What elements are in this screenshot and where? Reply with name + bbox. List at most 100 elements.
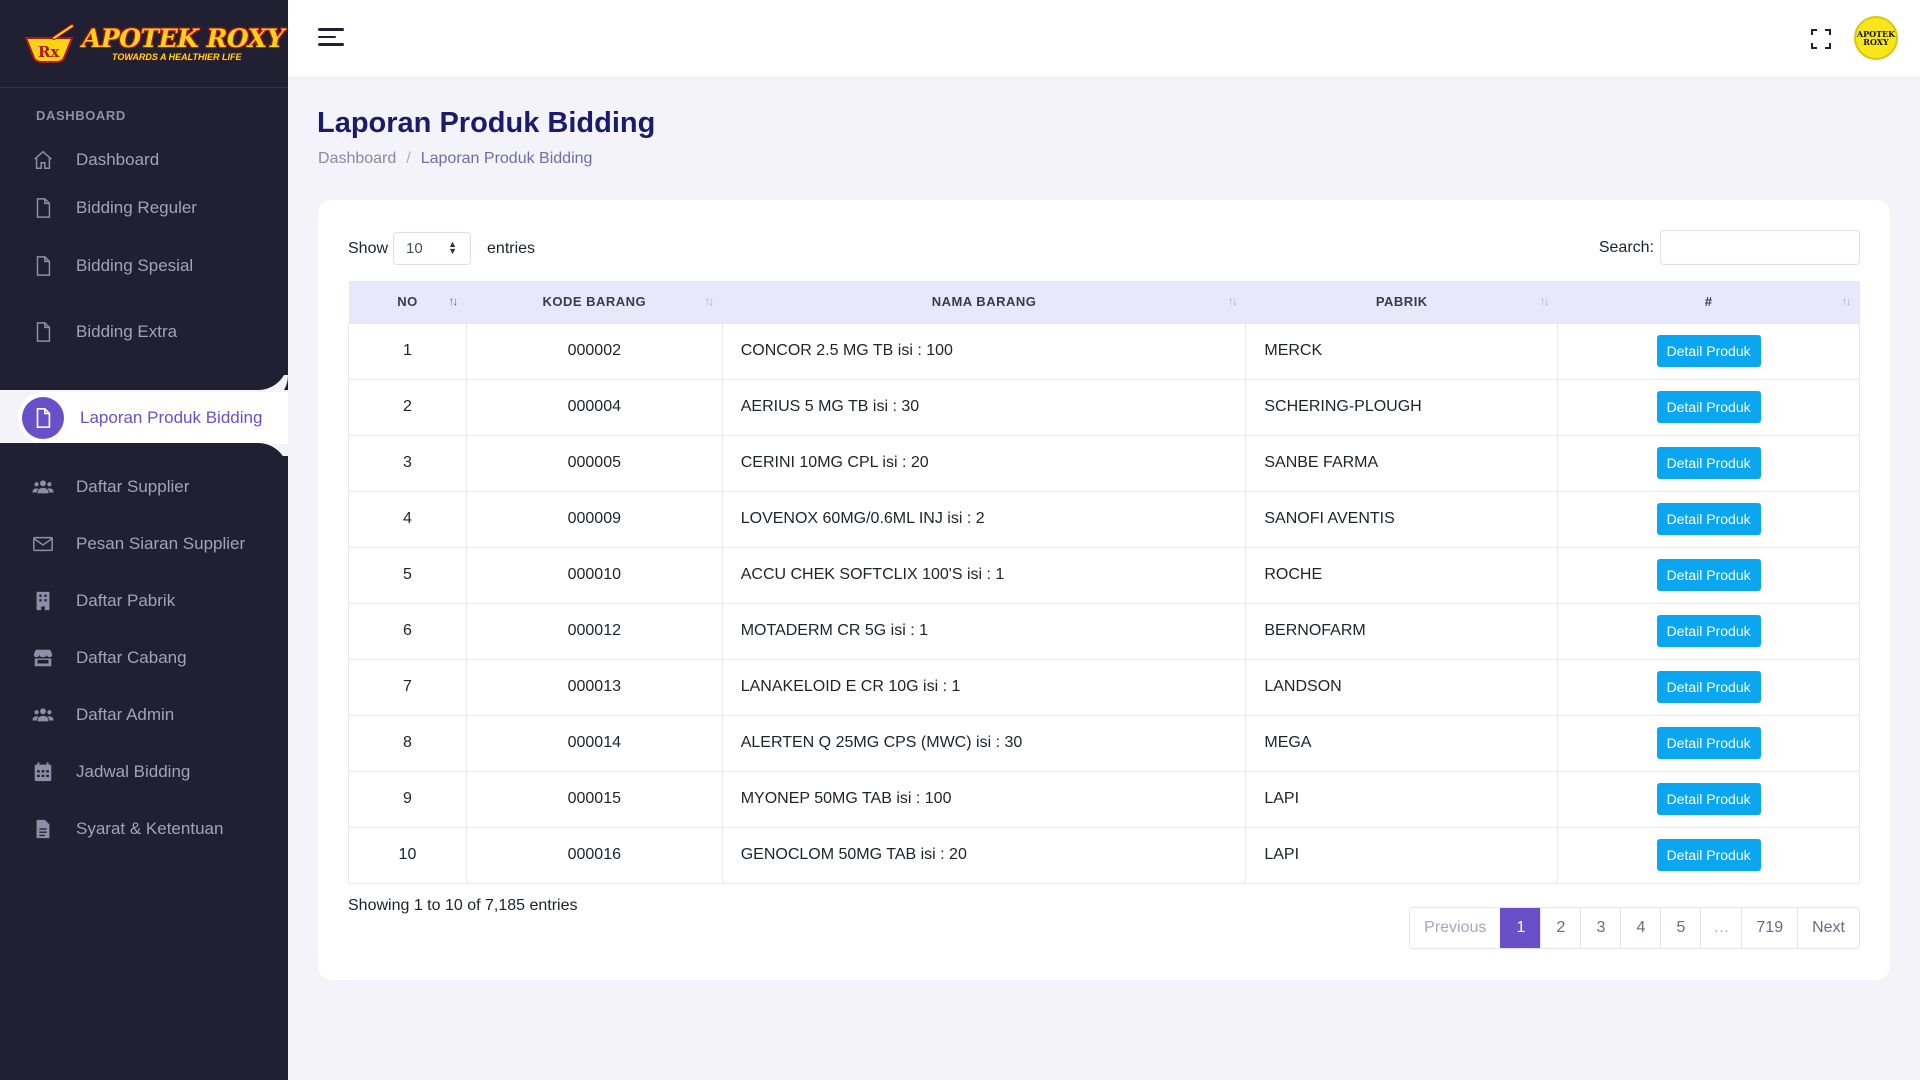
pagination-page-2[interactable]: 2 (1540, 908, 1581, 948)
cell-kode-barang: 000012 (465, 602, 723, 660)
detail-produk-button[interactable]: Detail Produk (1656, 503, 1761, 535)
cell-pabrik: SCHERING-PLOUGH (1245, 378, 1559, 436)
sidebar-item-daftar-pabrik[interactable]: Daftar Pabrik (0, 572, 288, 629)
pagination-page-5[interactable]: 5 (1660, 908, 1701, 948)
search-control: Search: (1599, 230, 1860, 265)
cell-no: 8 (348, 714, 467, 772)
svg-text:Rx: Rx (38, 43, 60, 61)
table-row: 5 000010 ACCU CHEK SOFTCLIX 100'S isi : 1R… (348, 546, 1860, 604)
sidebar-item-dashboard[interactable]: Dashboard (0, 138, 288, 182)
sidebar-item-label: Bidding Reguler (76, 197, 197, 217)
pagination-page-3[interactable]: 3 (1580, 908, 1621, 948)
cell-kode-barang: 000015 (465, 770, 723, 828)
cell-action: Detail Produk (1557, 490, 1860, 548)
pagination-ellipsis: … (1700, 908, 1742, 948)
pagination-page-4[interactable]: 4 (1620, 908, 1661, 948)
sidebar-item-label: Pesan Siaran Supplier (76, 533, 246, 553)
cell-kode-barang: 000009 (465, 490, 723, 548)
cell-no: 5 (348, 546, 467, 604)
cell-pabrik: BERNOFARM (1245, 602, 1559, 660)
cell-nama-barang: ALERTEN Q 25MG CPS (MWC) isi : 30 (721, 714, 1247, 772)
cell-pabrik: LAPI (1245, 826, 1559, 884)
search-input[interactable] (1660, 230, 1860, 265)
detail-produk-button[interactable]: Detail Produk (1656, 391, 1761, 423)
cell-no: 10 (348, 826, 467, 884)
table-row: 6 000012 MOTADERM CR 5G isi : 1 BERNOFARM De… (348, 602, 1860, 660)
detail-produk-button[interactable]: Detail Produk (1656, 615, 1761, 647)
pagination-next[interactable]: Next (1797, 908, 1859, 948)
cell-pabrik: LAPI (1245, 770, 1559, 828)
breadcrumb: Dashboard / Laporan Produk Bidding (318, 150, 592, 168)
mortar-rx-icon: Rx (24, 23, 74, 63)
table-row: 3 000005 CERINI 10MG CPL isi : 20 SANBE FAR… (348, 434, 1860, 492)
breadcrumb-current: Laporan Produk Bidding (420, 150, 593, 167)
sidebar-item-daftar-admin[interactable]: Daftar Admin (0, 686, 288, 743)
cell-kode-barang: 000010 (465, 546, 723, 604)
cell-pabrik: SANBE FARMA (1245, 434, 1559, 492)
sidebar-item-syarat-ketentuan[interactable]: Syarat & Ketentuan (0, 800, 288, 857)
cell-nama-barang: CERINI 10MG CPL isi : 20 (721, 434, 1247, 492)
sidebar-item-jadwal-bidding[interactable]: Jadwal Bidding (0, 743, 288, 800)
users-icon (30, 474, 56, 500)
pagination: Previous 1 2 3 4 5 … 719 Next (1409, 907, 1860, 949)
detail-produk-button[interactable]: Detail Produk (1656, 559, 1761, 591)
avatar[interactable]: APOTEK ROXY (1854, 16, 1898, 60)
breadcrumb-dashboard-link[interactable]: Dashboard (318, 150, 396, 168)
column-header-no[interactable]: NO ↑↓ (348, 281, 467, 323)
sidebar-item-laporan-produk-bidding[interactable]: Laporan Produk Bidding (18, 392, 288, 444)
pagination-page-last[interactable]: 719 (1741, 908, 1798, 948)
products-table: NO ↑↓ KODE BARANG ↑↓ NAMA BARANG ↑↓ PABRIK ↑… (348, 281, 1860, 884)
cell-nama-barang: LOVENOX 60MG/0.6ML INJ isi : 2 (721, 490, 1247, 548)
fullscreen-icon[interactable] (1810, 28, 1832, 50)
cell-nama-barang: MOTADERM CR 5G isi : 1 (721, 602, 1247, 660)
sidebar-item-bidding-reguler[interactable]: Bidding Reguler (0, 182, 288, 233)
menu-section-label: DASHBOARD (36, 108, 126, 123)
cell-kode-barang: 000013 (465, 658, 723, 716)
sidebar-item-bidding-spesial[interactable]: Bidding Spesial (0, 233, 288, 299)
column-header-kode-barang[interactable]: KODE BARANG ↑↓ (466, 281, 723, 323)
sidebar-item-label: Bidding Spesial (76, 256, 194, 275)
cell-nama-barang: AERIUS 5 MG TB isi : 30 (721, 378, 1247, 436)
pagination-previous[interactable]: Previous (1410, 908, 1501, 948)
brand-logo[interactable]: Rx APOTEK ROXY TOWARDS A HEALTHIER LIFE (0, 0, 288, 88)
sidebar-item-label: Dashboard (76, 150, 160, 169)
column-header-action[interactable]: # ↑↓ (1557, 281, 1860, 323)
column-header-nama-barang[interactable]: NAMA BARANG ↑↓ (722, 281, 1246, 323)
brand-tagline: TOWARDS A HEALTHIER LIFE (112, 51, 242, 62)
sidebar-item-pesan-siaran-supplier[interactable]: Pesan Siaran Supplier (0, 515, 288, 572)
detail-produk-button[interactable]: Detail Produk (1656, 727, 1761, 759)
page-title: Laporan Produk Bidding (317, 107, 656, 139)
detail-produk-button[interactable]: Detail Produk (1656, 447, 1761, 479)
cell-action: Detail Produk (1557, 826, 1860, 884)
column-header-pabrik[interactable]: PABRIK ↑↓ (1245, 281, 1558, 323)
sidebar-item-bidding-extra[interactable]: Bidding Extra (0, 299, 288, 365)
pagination-page-1[interactable]: 1 (1500, 908, 1541, 948)
cell-pabrik: ROCHE (1245, 546, 1559, 604)
cell-nama-barang: LANAKELOID E CR 10G isi : 1 (721, 658, 1247, 716)
detail-produk-button[interactable]: Detail Produk (1656, 839, 1761, 871)
report-card: Show 10 ▲ ▼ entries Search: NO ↑↓ KODE BAR… (318, 200, 1890, 980)
sidebar-item-daftar-cabang[interactable]: Daftar Cabang (0, 629, 288, 686)
building-icon (30, 588, 56, 614)
cell-pabrik: MERCK (1245, 322, 1559, 380)
hamburger-menu-icon[interactable] (318, 28, 344, 48)
file-icon (30, 319, 56, 345)
cell-pabrik: LANDSON (1245, 658, 1559, 716)
file-icon (22, 397, 64, 439)
cell-kode-barang: 000016 (465, 826, 723, 884)
sidebar-item-daftar-supplier[interactable]: Daftar Supplier (0, 458, 288, 515)
cell-action: Detail Produk (1557, 546, 1860, 604)
entries-select[interactable]: 10 (393, 232, 472, 265)
cell-no: 2 (348, 378, 467, 436)
detail-produk-button[interactable]: Detail Produk (1656, 335, 1761, 367)
sort-icon: ↑↓ (1539, 294, 1550, 308)
sidebar-item-label: Laporan Produk Bidding (80, 408, 263, 427)
cell-kode-barang: 000014 (465, 714, 723, 772)
sort-icon: ↑↓ (1841, 294, 1852, 308)
detail-produk-button[interactable]: Detail Produk (1656, 783, 1761, 815)
cell-nama-barang: ACCU CHEK SOFTCLIX 100'S isi : 1 (721, 546, 1247, 604)
cell-action: Detail Produk (1557, 658, 1860, 716)
cell-no: 6 (348, 602, 467, 660)
detail-produk-button[interactable]: Detail Produk (1656, 671, 1761, 703)
cell-action: Detail Produk (1557, 602, 1860, 660)
